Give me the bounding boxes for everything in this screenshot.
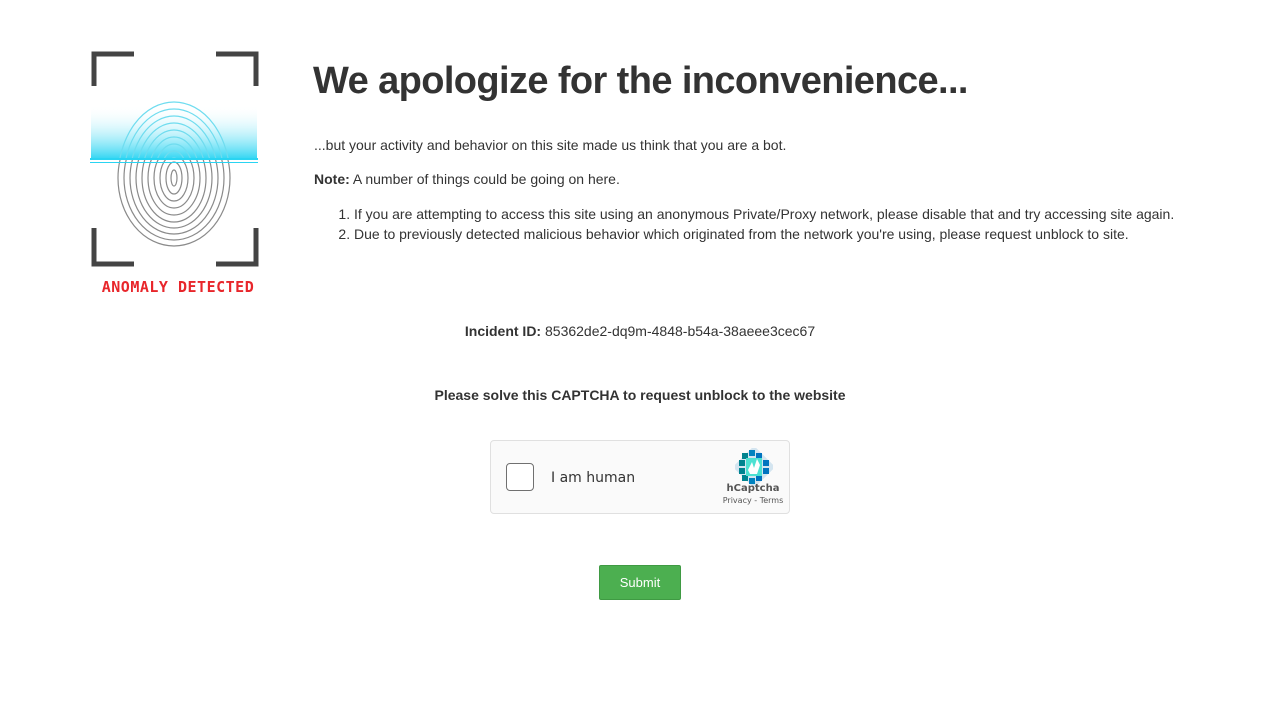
hcaptcha-links: Privacy - Terms	[713, 496, 793, 505]
page-title: We apologize for the inconvenience...	[313, 60, 968, 102]
captcha-checkbox[interactable]	[506, 463, 534, 491]
note-text: A number of things could be going on her…	[349, 171, 620, 187]
message-body: ...but your activity and behavior on thi…	[314, 136, 1214, 244]
logo-caption: ANOMALY DETECTED	[101, 278, 255, 296]
anomaly-logo: ANOMALY DETECTED	[88, 50, 268, 300]
captcha-prompt: Please solve this CAPTCHA to request unb…	[434, 387, 846, 403]
privacy-link[interactable]: Privacy	[723, 496, 752, 505]
page: ANOMALY DETECTED We apologize for the in…	[0, 0, 1280, 720]
intro-text: ...but your activity and behavior on thi…	[314, 137, 787, 153]
note-paragraph: Note: A number of things could be going …	[314, 170, 1214, 188]
captcha-checkbox-label: I am human	[551, 470, 636, 486]
note-label: Note:	[314, 171, 350, 187]
fingerprint-scan-icon	[90, 51, 259, 267]
reason-item: If you are attempting to access this sit…	[354, 204, 1214, 224]
hcaptcha-brand: hCaptcha	[726, 483, 780, 494]
incident-id-label: Incident ID:	[464, 323, 542, 339]
link-separator: -	[751, 496, 760, 505]
reasons-list: If you are attempting to access this sit…	[314, 204, 1214, 244]
terms-link[interactable]: Terms	[760, 496, 784, 505]
hcaptcha-widget: I am human hCaptcha Privacy - Terms	[490, 440, 790, 514]
incident-id: Incident ID: 85362de2-dq9m-4848-b54a-38a…	[0, 323, 1280, 339]
submit-button[interactable]: Submit	[599, 565, 681, 600]
hcaptcha-logo-icon	[735, 448, 773, 486]
incident-id-value: 85362de2-dq9m-4848-b54a-38aeee3cec67	[541, 323, 816, 339]
reason-item: Due to previously detected malicious beh…	[354, 224, 1214, 244]
